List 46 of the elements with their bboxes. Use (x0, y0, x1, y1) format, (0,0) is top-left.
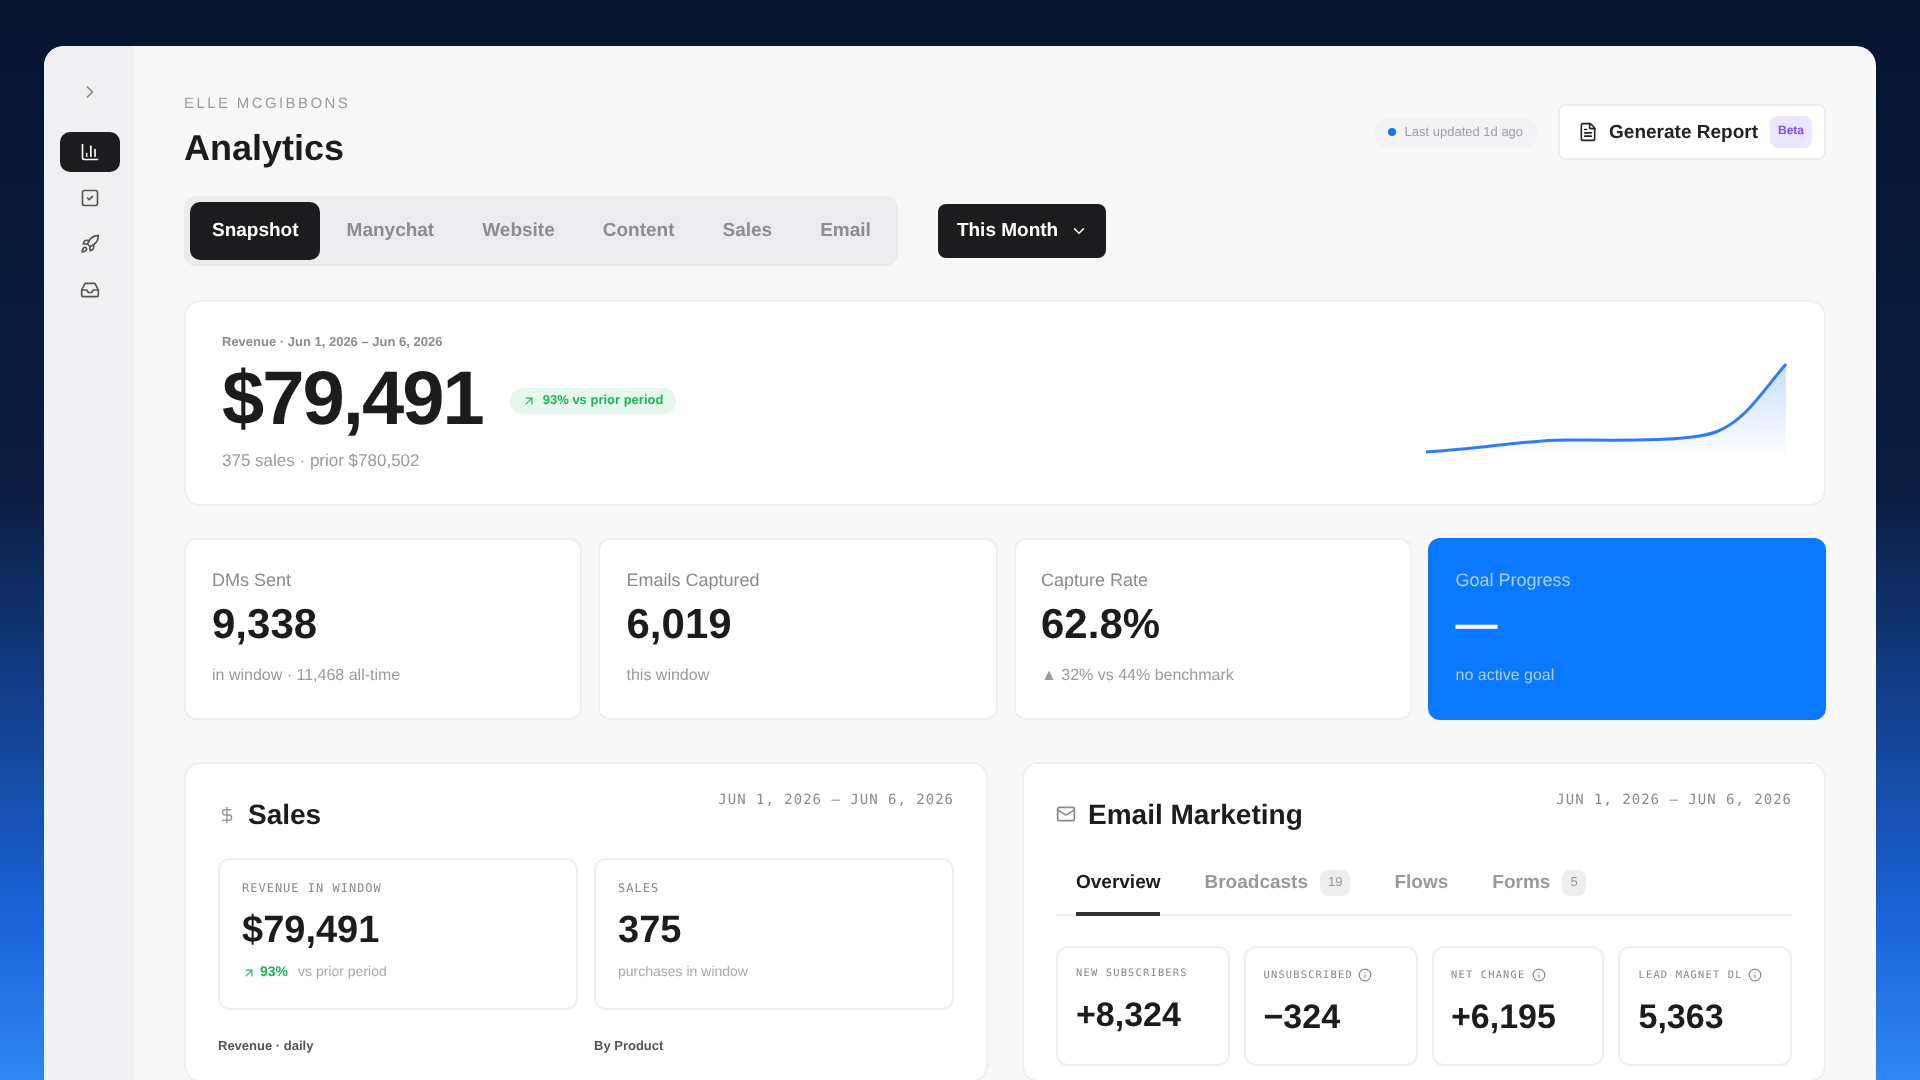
revenue-value: $79,491 (222, 358, 483, 444)
arrow-up-right-icon (522, 394, 537, 408)
dollar-icon (218, 805, 236, 823)
stat-value: — (1455, 602, 1500, 650)
chart-icon (79, 142, 99, 162)
stat-subtitle: in window · 11,468 all-time (212, 666, 403, 684)
stat-label: Goal Progress (1455, 570, 1573, 590)
mail-icon (1056, 804, 1076, 824)
period-dropdown[interactable]: This Month (938, 204, 1107, 258)
info-icon[interactable] (1358, 968, 1373, 982)
info-icon[interactable] (1531, 968, 1546, 982)
stat-subtitle: ▲ 32% vs 44% benchmark (1041, 666, 1236, 684)
section-tab[interactable]: Flows (1394, 858, 1449, 916)
metric-value: −324 (1263, 998, 1343, 1038)
stat-label: Emails Captured (626, 570, 762, 590)
stat-value: 62.8% (1041, 602, 1163, 650)
revenue-subtitle: 375 sales · prior $780,502 (222, 450, 422, 470)
tab[interactable]: Website (460, 202, 577, 260)
rocket-icon (79, 234, 99, 254)
metric-value: $79,491 (242, 910, 382, 954)
metric-value: 5,363 (1638, 998, 1726, 1038)
section-tab[interactable]: Overview (1076, 858, 1161, 916)
metric-value: +6,195 (1451, 998, 1558, 1038)
tab[interactable]: Manychat (324, 202, 457, 260)
page-title: Analytics (184, 128, 347, 170)
info-icon[interactable] (1748, 968, 1763, 982)
inbox-icon (79, 280, 99, 300)
arrow-up-right-icon (242, 966, 256, 980)
stat-subtitle: no active goal (1455, 666, 1557, 684)
metric-value: +8,324 (1076, 996, 1183, 1036)
tab[interactable]: Content (580, 202, 697, 260)
panel-title: Sales (248, 798, 322, 830)
panel-title: Email Marketing (1088, 798, 1303, 830)
tab[interactable]: Email (798, 202, 893, 260)
stat-value: 6,019 (626, 602, 734, 650)
tab[interactable]: Sales (700, 202, 795, 260)
tab[interactable]: Snapshot (190, 202, 321, 260)
stat-subtitle: this window (626, 666, 712, 684)
stat-label: Capture Rate (1041, 570, 1151, 590)
chevron-down-icon (1070, 222, 1089, 240)
chart-nav-item[interactable] (59, 132, 119, 172)
task-icon (79, 188, 99, 208)
document-icon (1577, 122, 1598, 142)
metric-value: 375 (618, 910, 684, 954)
stat-value: 9,338 (212, 602, 320, 650)
stat-label: DMs Sent (212, 570, 294, 590)
